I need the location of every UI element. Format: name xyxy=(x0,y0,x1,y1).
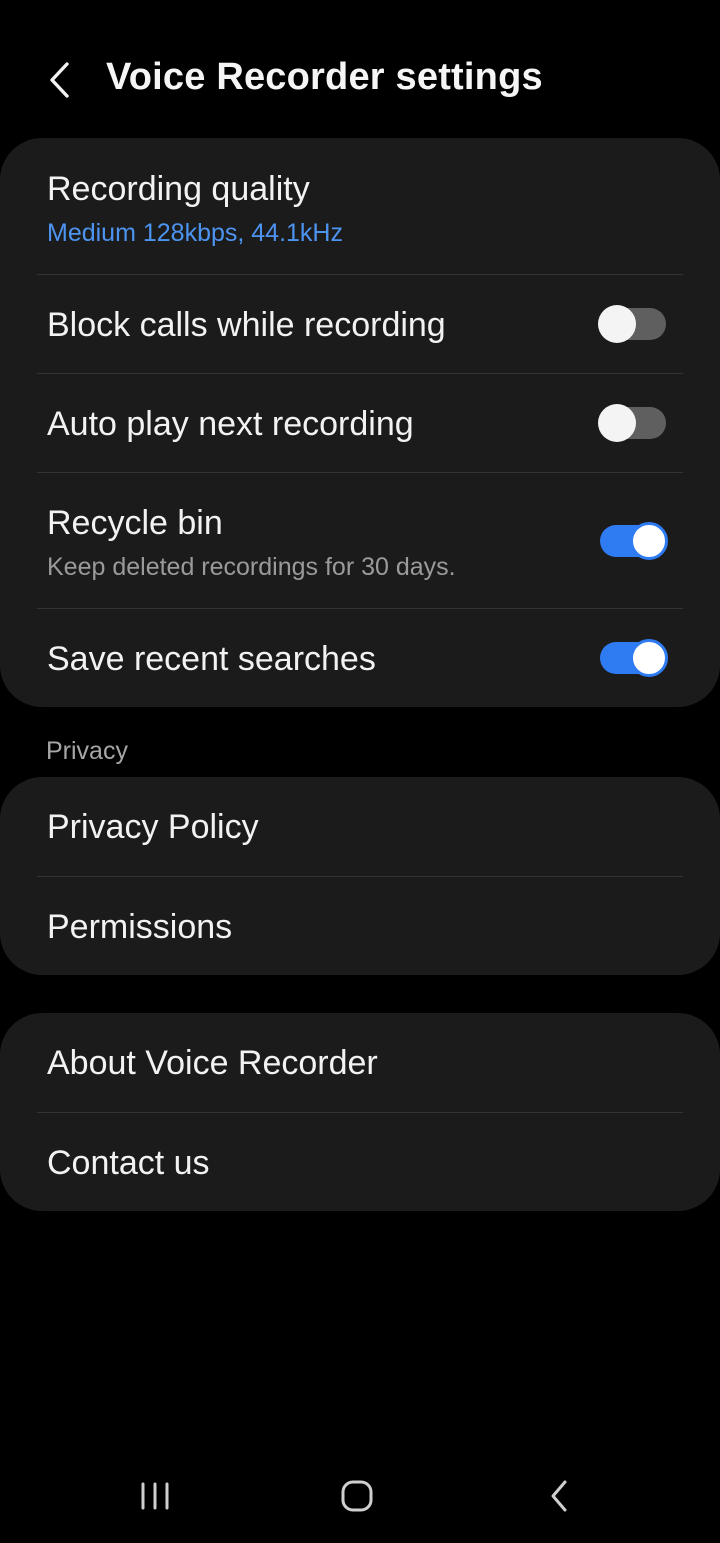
contact-us-row[interactable]: Contact us xyxy=(0,1113,720,1211)
about-voice-recorder-row[interactable]: About Voice Recorder xyxy=(0,1013,720,1112)
recording-quality-value: Medium 128kbps, 44.1kHz xyxy=(47,219,343,247)
auto-play-toggle[interactable] xyxy=(598,404,668,442)
recycle-bin-toggle[interactable] xyxy=(598,522,668,560)
save-searches-toggle[interactable] xyxy=(598,639,668,677)
home-button[interactable] xyxy=(327,1468,387,1528)
save-searches-row[interactable]: Save recent searches xyxy=(0,609,720,707)
about-card: About Voice Recorder Contact us xyxy=(0,1013,720,1211)
toggle-thumb xyxy=(598,305,636,343)
recent-apps-button[interactable] xyxy=(125,1468,185,1528)
system-navigation-bar xyxy=(0,1450,720,1543)
auto-play-row[interactable]: Auto play next recording xyxy=(0,374,720,472)
chevron-left-icon xyxy=(47,60,73,100)
toggle-thumb xyxy=(630,522,668,560)
privacy-section-label: Privacy xyxy=(46,737,128,765)
recycle-bin-row[interactable]: Recycle bin Keep deleted recordings for … xyxy=(0,473,720,608)
privacy-policy-label: Privacy Policy xyxy=(47,808,259,846)
recent-apps-icon xyxy=(139,1481,171,1516)
permissions-label: Permissions xyxy=(47,908,233,946)
privacy-card: Privacy Policy Permissions xyxy=(0,777,720,975)
settings-card: Recording quality Medium 128kbps, 44.1kH… xyxy=(0,138,720,707)
block-calls-row[interactable]: Block calls while recording xyxy=(0,275,720,373)
page-title: Voice Recorder settings xyxy=(106,56,543,98)
permissions-row[interactable]: Permissions xyxy=(0,877,720,975)
auto-play-label: Auto play next recording xyxy=(47,405,414,443)
back-icon xyxy=(547,1478,571,1519)
about-voice-recorder-label: About Voice Recorder xyxy=(47,1044,378,1082)
block-calls-toggle[interactable] xyxy=(598,305,668,343)
contact-us-label: Contact us xyxy=(47,1144,210,1182)
back-button[interactable] xyxy=(30,50,90,110)
save-searches-label: Save recent searches xyxy=(47,640,376,678)
app-bar: Voice Recorder settings xyxy=(0,0,720,138)
system-back-button[interactable] xyxy=(529,1468,589,1528)
block-calls-label: Block calls while recording xyxy=(47,306,446,344)
recording-quality-label: Recording quality xyxy=(47,170,310,208)
toggle-thumb xyxy=(630,639,668,677)
recording-quality-row[interactable]: Recording quality Medium 128kbps, 44.1kH… xyxy=(0,138,720,274)
privacy-policy-row[interactable]: Privacy Policy xyxy=(0,777,720,876)
home-icon xyxy=(340,1479,374,1518)
toggle-thumb xyxy=(598,404,636,442)
recycle-bin-description: Keep deleted recordings for 30 days. xyxy=(47,553,456,581)
recycle-bin-label: Recycle bin xyxy=(47,504,223,542)
